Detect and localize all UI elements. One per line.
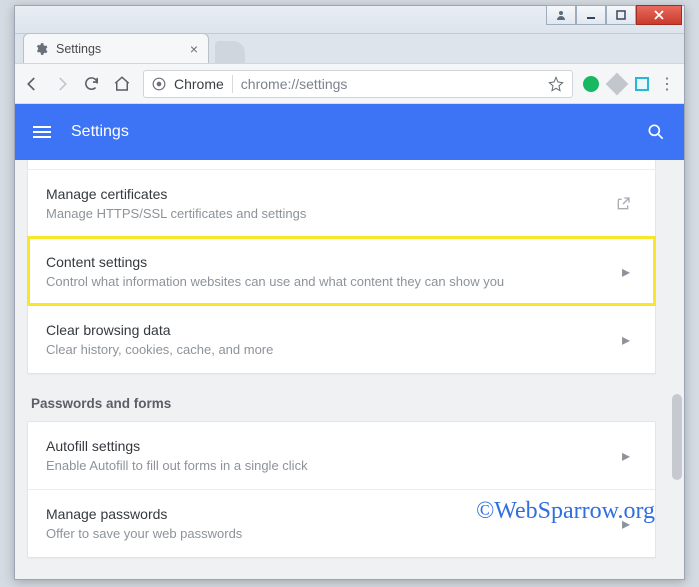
extension-green-icon[interactable] (583, 76, 599, 92)
chevron-right-icon: ▸ (615, 262, 637, 282)
chevron-right-icon: ▸ (615, 446, 637, 466)
reload-button[interactable] (83, 75, 103, 92)
menu-icon[interactable]: ⋮ (659, 74, 676, 94)
row-subtitle: Offer to save your web passwords (46, 526, 615, 541)
external-link-icon (615, 196, 637, 212)
window-buttons (546, 5, 682, 25)
tab-strip: Settings × (15, 34, 684, 64)
settings-content: Manage certificates Manage HTTPS/SSL cer… (15, 160, 668, 579)
home-button[interactable] (113, 75, 133, 93)
minimize-button[interactable] (576, 5, 606, 25)
maximize-button[interactable] (606, 5, 636, 25)
row-content-settings[interactable]: Content settings Control what informatio… (28, 237, 655, 305)
row-title: Clear browsing data (46, 322, 615, 338)
url-separator (232, 75, 233, 93)
settings-header: Settings (15, 104, 684, 160)
scrollbar-track[interactable] (668, 160, 684, 579)
tab-settings[interactable]: Settings × (23, 33, 209, 63)
window-titlebar (15, 6, 684, 34)
row-autofill-settings[interactable]: Autofill settings Enable Autofill to fil… (28, 422, 655, 489)
bookmark-star-icon[interactable] (548, 76, 564, 92)
extension-diamond-icon[interactable] (606, 72, 629, 95)
row-title: Manage certificates (46, 186, 615, 202)
menu-hamburger-icon[interactable] (33, 126, 51, 138)
url-path: chrome://settings (241, 76, 540, 92)
toolbar: Chrome chrome://settings ⋮ (15, 64, 684, 104)
close-button[interactable] (636, 5, 682, 25)
row-title: Content settings (46, 254, 615, 270)
chevron-right-icon: ▸ (615, 330, 637, 350)
back-button[interactable] (23, 75, 43, 93)
chrome-icon (152, 77, 166, 91)
section-passwords-forms: Passwords and forms (27, 396, 656, 421)
tab-title: Settings (56, 42, 101, 56)
user-button[interactable] (546, 5, 576, 25)
row-subtitle: Clear history, cookies, cache, and more (46, 342, 615, 357)
row-subtitle: Manage HTTPS/SSL certificates and settin… (46, 206, 615, 221)
search-icon[interactable] (646, 122, 666, 142)
page-title: Settings (71, 123, 129, 141)
row-subtitle: Enable Autofill to fill out forms in a s… (46, 458, 615, 473)
row-title: Autofill settings (46, 438, 615, 454)
privacy-card: Manage certificates Manage HTTPS/SSL cer… (27, 170, 656, 374)
row-clear-browsing-data[interactable]: Clear browsing data Clear history, cooki… (28, 305, 655, 373)
row-manage-passwords[interactable]: Manage passwords Offer to save your web … (28, 489, 655, 557)
row-manage-certificates[interactable]: Manage certificates Manage HTTPS/SSL cer… (28, 170, 655, 237)
content-area: Manage certificates Manage HTTPS/SSL cer… (15, 160, 684, 579)
url-origin: Chrome (174, 76, 224, 92)
row-subtitle: Control what information websites can us… (46, 274, 615, 289)
extension-teal-icon[interactable] (635, 77, 649, 91)
tab-close-icon[interactable]: × (190, 41, 198, 57)
address-bar[interactable]: Chrome chrome://settings (143, 70, 573, 98)
chevron-right-icon: ▸ (615, 514, 637, 534)
forward-button (53, 75, 73, 93)
scrollbar-thumb[interactable] (672, 394, 682, 480)
browser-window: Settings × Chrome chrome://settings (14, 5, 685, 580)
new-tab-button[interactable] (215, 41, 245, 63)
passwords-card: Autofill settings Enable Autofill to fil… (27, 421, 656, 558)
gear-icon (34, 42, 48, 56)
row-title: Manage passwords (46, 506, 615, 522)
